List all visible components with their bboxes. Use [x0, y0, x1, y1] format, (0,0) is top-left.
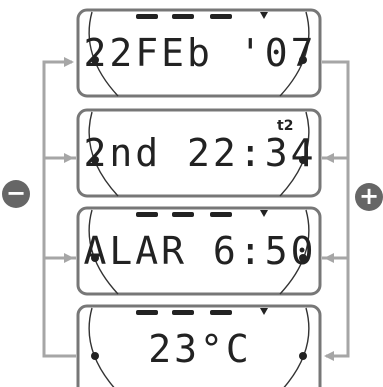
- watch-mode-diagram: 22FEb '07 2nd 22:34 t2 ALAR 6:50 23°C − …: [0, 0, 383, 387]
- minus-button-icon: −: [2, 180, 30, 208]
- screen-4-display: 23°C: [148, 327, 252, 371]
- screen-2-display: 2nd 22:34: [83, 131, 317, 175]
- plus-button-icon: +: [355, 183, 383, 211]
- screen-2-superscript: t2: [277, 118, 294, 134]
- minus-direction-arrows: [42, 57, 76, 358]
- indicator-segment-icon: [172, 310, 194, 315]
- indicator-segment-icon: [172, 14, 194, 19]
- indicator-segment-icon: [136, 310, 158, 315]
- indicator-segment-icon: [210, 212, 232, 217]
- indicator-segment-icon: [136, 14, 158, 19]
- plus-direction-arrows: [322, 60, 350, 361]
- indicator-segment-icon: [172, 212, 194, 217]
- screen-1-display: 22FEb '07: [83, 31, 317, 75]
- indicator-segment-icon: [210, 14, 232, 19]
- screen-3-display: ALAR 6:50: [83, 229, 317, 273]
- indicator-segment-icon: [136, 212, 158, 217]
- indicator-segment-icon: [210, 310, 232, 315]
